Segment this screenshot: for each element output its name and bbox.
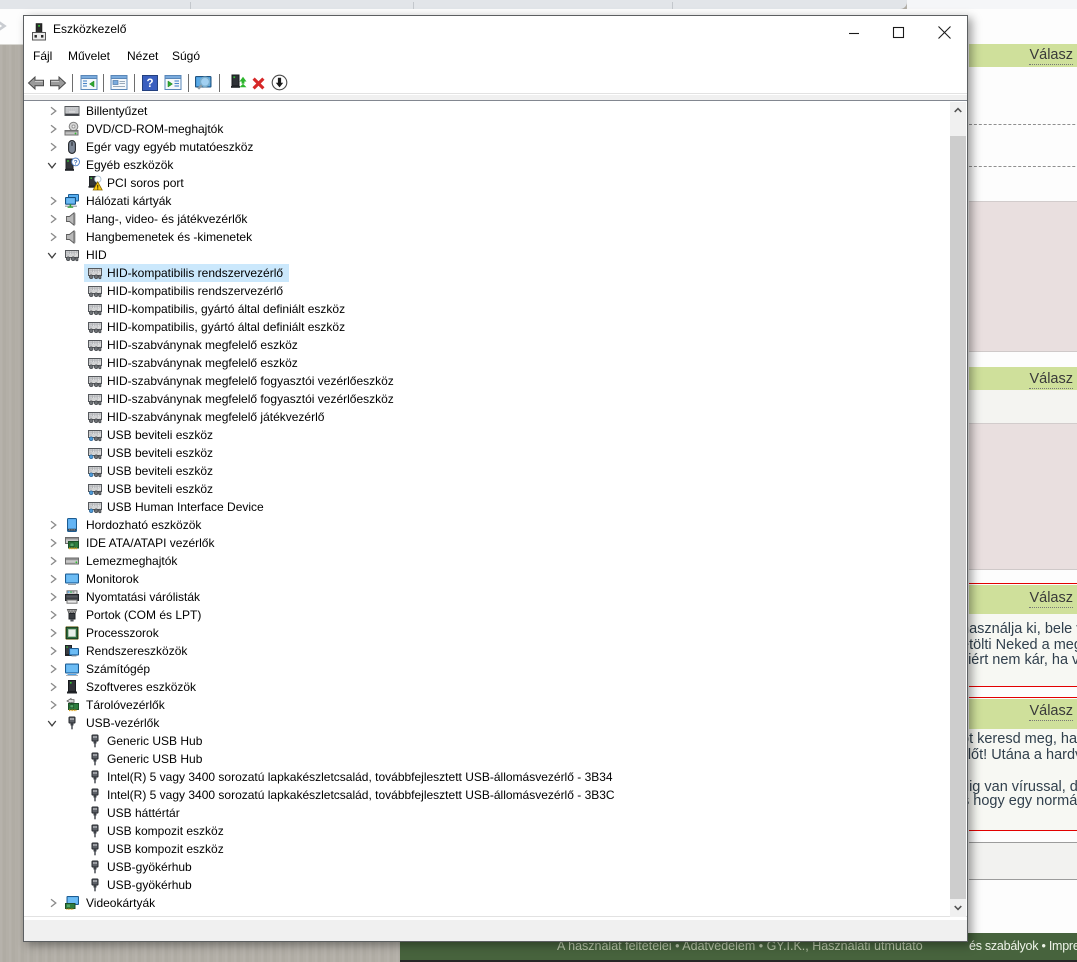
svg-text:?: ? [146,78,153,90]
